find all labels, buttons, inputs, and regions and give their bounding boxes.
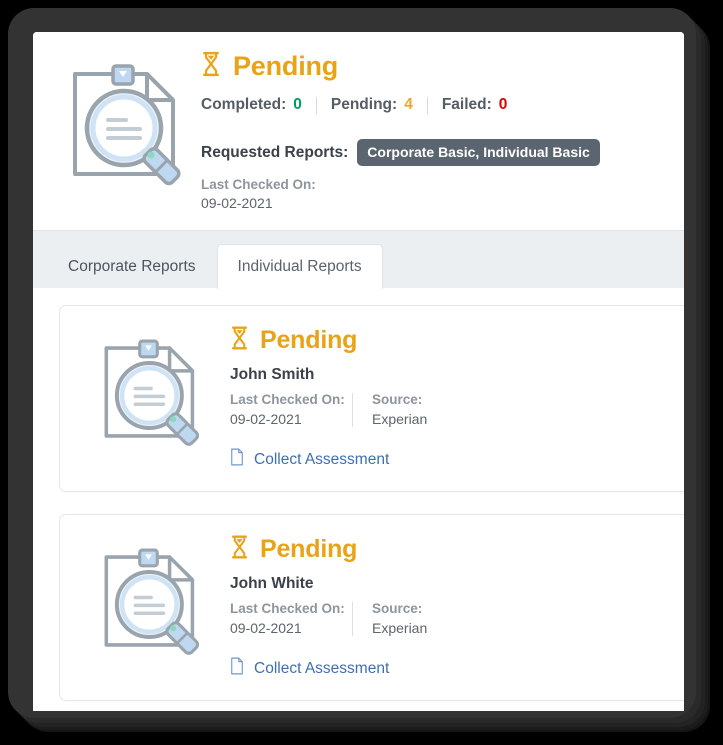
tab-bar: Corporate Reports Individual Reports bbox=[33, 230, 684, 289]
count-pending-value: 4 bbox=[404, 96, 413, 113]
report-meta: Last Checked On: 09-02-2021 Source: Expe… bbox=[230, 600, 684, 638]
file-icon bbox=[230, 448, 244, 471]
count-failed-value: 0 bbox=[498, 96, 508, 113]
summary-body: Pending Completed: 0 Pending: 4 Failed: … bbox=[201, 42, 684, 213]
requested-reports-badge: Corporate Basic, Individual Basic bbox=[357, 139, 600, 166]
report-source-label: Source: bbox=[372, 392, 423, 407]
report-last-checked: Last Checked On: 09-02-2021 bbox=[230, 391, 352, 429]
requested-reports-label: Requested Reports: bbox=[201, 143, 349, 161]
report-last-checked-value: 09-02-2021 bbox=[230, 411, 302, 427]
report-meta: Last Checked On: 09-02-2021 Source: Expe… bbox=[230, 391, 684, 429]
document-search-icon bbox=[61, 58, 193, 190]
report-last-checked: Last Checked On: 09-02-2021 bbox=[230, 600, 352, 638]
summary-last-checked-label: Last Checked On: bbox=[201, 177, 316, 192]
count-pending: Pending: 4 bbox=[317, 96, 427, 114]
report-status-label: Pending bbox=[260, 534, 358, 563]
report-status-label: Pending bbox=[260, 325, 358, 354]
tab-corporate-reports-label: Corporate Reports bbox=[68, 258, 196, 275]
summary-status-label: Pending bbox=[233, 50, 339, 81]
app-viewport: Pending Completed: 0 Pending: 4 Failed: … bbox=[33, 32, 684, 711]
file-icon bbox=[230, 657, 244, 680]
report-source-label: Source: bbox=[372, 601, 423, 616]
report-source-value: Experian bbox=[372, 620, 428, 636]
collect-assessment-link[interactable]: Collect Assessment bbox=[230, 657, 684, 680]
tab-individual-reports-label: Individual Reports bbox=[237, 258, 362, 275]
meta-divider bbox=[352, 393, 353, 427]
tab-corporate-reports[interactable]: Corporate Reports bbox=[47, 244, 217, 289]
report-source: Source: Experian bbox=[372, 600, 427, 638]
report-status: Pending bbox=[230, 527, 684, 571]
collect-assessment-label: Collect Assessment bbox=[254, 450, 390, 468]
device-bezel: Pending Completed: 0 Pending: 4 Failed: … bbox=[8, 8, 696, 718]
report-person-name: John Smith bbox=[230, 366, 315, 383]
count-failed: Failed: 0 bbox=[428, 96, 522, 114]
summary-last-checked: Last Checked On: 09-02-2021 bbox=[201, 176, 684, 213]
meta-divider bbox=[352, 602, 353, 636]
count-pending-label: Pending: bbox=[330, 96, 398, 113]
report-last-checked-label: Last Checked On: bbox=[230, 601, 345, 616]
report-last-checked-label: Last Checked On: bbox=[230, 392, 345, 407]
app-root: Pending Completed: 0 Pending: 4 Failed: … bbox=[33, 32, 684, 711]
hourglass-icon bbox=[230, 326, 249, 355]
count-completed-value: 0 bbox=[293, 96, 302, 113]
collect-assessment-link[interactable]: Collect Assessment bbox=[230, 448, 684, 471]
count-completed: Completed: 0 bbox=[201, 96, 316, 114]
summary-header: Pending Completed: 0 Pending: 4 Failed: … bbox=[33, 32, 684, 230]
report-person-name: John White bbox=[230, 575, 314, 592]
report-list: Pending John Smith Last Checked On: 09-0… bbox=[33, 288, 684, 701]
hourglass-icon bbox=[230, 535, 249, 564]
document-search-icon bbox=[94, 543, 210, 659]
report-source-value: Experian bbox=[372, 411, 428, 427]
summary-counts: Completed: 0 Pending: 4 Failed: 0 bbox=[201, 96, 684, 114]
report-source: Source: Experian bbox=[372, 391, 427, 429]
report-status: Pending bbox=[230, 318, 684, 362]
count-completed-label: Completed: bbox=[201, 96, 287, 113]
report-card-body: Pending John White Last Checked On: 09-0… bbox=[230, 527, 684, 680]
count-failed-label: Failed: bbox=[441, 96, 492, 113]
requested-reports-row: Requested Reports: Corporate Basic, Indi… bbox=[201, 139, 684, 166]
document-search-icon bbox=[94, 334, 210, 450]
report-last-checked-value: 09-02-2021 bbox=[230, 620, 302, 636]
report-card-body: Pending John Smith Last Checked On: 09-0… bbox=[230, 318, 684, 471]
summary-status: Pending bbox=[201, 42, 684, 90]
tab-individual-reports[interactable]: Individual Reports bbox=[216, 244, 383, 289]
report-card[interactable]: Pending John White Last Checked On: 09-0… bbox=[59, 514, 684, 701]
summary-last-checked-value: 09-02-2021 bbox=[201, 195, 273, 211]
collect-assessment-label: Collect Assessment bbox=[254, 659, 390, 677]
hourglass-icon bbox=[201, 51, 221, 82]
report-card[interactable]: Pending John Smith Last Checked On: 09-0… bbox=[59, 305, 684, 492]
